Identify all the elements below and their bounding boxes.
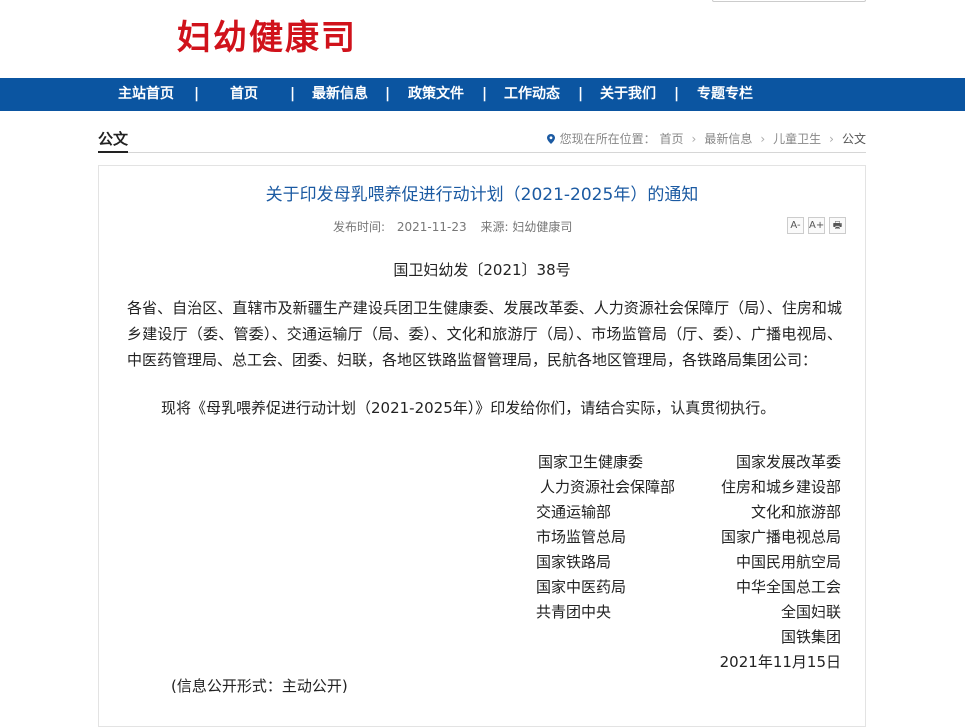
breadcrumb-link[interactable]: 儿童卫生 (773, 130, 821, 147)
signatory-left: 市场监管总局 (536, 528, 627, 546)
signatory-left: 国家卫生健康委 (538, 453, 644, 471)
source-name: 妇幼健康司 (512, 220, 573, 234)
article-title: 关于印发母乳喂养促进行动计划（2021-2025年）的通知 (265, 185, 699, 205)
publish-label: 发布时间: (333, 220, 386, 234)
document-number: 国卫妇幼发〔2021〕38号 (393, 261, 571, 279)
signatory-left: 共青团中央 (536, 603, 612, 621)
nav-item-work[interactable]: 工作动态 (504, 78, 560, 111)
document-date: 2021年11月15日 (719, 653, 841, 671)
article-recipients: 各省、自治区、直辖市及新疆生产建设兵团卫生健康委、发展改革委、人力资源社会保障厅… (127, 299, 842, 369)
signatory-right: 中国民用航空局 (735, 553, 841, 571)
location-bar: 公文 您现在所在位置： 首页 › 最新信息 › 儿童卫生 › 公文 (98, 128, 866, 153)
section-title: 公文 (98, 128, 129, 153)
site-header: 妇幼健康司 (0, 0, 965, 78)
breadcrumb-prefix: 您现在所在位置： (559, 132, 656, 146)
nav-separator: | (674, 86, 680, 102)
breadcrumb-separator: › (829, 132, 834, 146)
article-tools: A- A+ 🖶 (783, 217, 846, 236)
signatory-right: 国家发展改革委 (735, 453, 841, 471)
signatory-right: 全国妇联 (780, 603, 841, 621)
signatory-left: 国家铁路局 (536, 553, 612, 571)
nav-item-home[interactable]: 首页 (230, 78, 258, 111)
site-title[interactable]: 妇幼健康司 (177, 10, 357, 59)
font-decrease-button[interactable]: A- (787, 217, 804, 234)
source-label: 来源: (480, 220, 509, 234)
signatory-left: 人力资源社会保障部 (540, 478, 676, 496)
main-navigation: 主站首页 | 首页 | 最新信息 | 政策文件 | 工作动态 | 关于我们 | … (0, 78, 965, 111)
nav-separator: | (482, 86, 488, 102)
signatory-left: 国家中医药局 (536, 578, 627, 596)
signatory-right: 住房和城乡建设部 (720, 478, 841, 496)
article-meta: 发布时间: 2021-11-23 来源: 妇幼健康司 (333, 218, 572, 235)
signatory-right: 中华全国总工会 (735, 578, 841, 596)
nav-item-latest[interactable]: 最新信息 (312, 78, 368, 111)
breadcrumb-separator: › (760, 132, 766, 146)
nav-item-topics[interactable]: 专题专栏 (697, 78, 753, 111)
signatory-right: 国家广播电视总局 (720, 528, 841, 546)
font-increase-button[interactable]: A+ (808, 217, 825, 234)
breadcrumb-link[interactable]: 首页 (660, 130, 684, 147)
signatory-right: 文化和旅游部 (750, 503, 841, 521)
breadcrumb-link[interactable]: 最新信息 (704, 130, 752, 147)
breadcrumb-current: 公文 (841, 132, 866, 146)
nav-item-about[interactable]: 关于我们 (600, 78, 656, 111)
search-input[interactable] (712, 0, 866, 2)
article-body: 现将《母乳喂养促进行动计划（2021-2025年）》印发给你们，请结合实际，认真… (161, 399, 776, 417)
location-pin-icon (546, 133, 555, 144)
signatory-left: 交通运输部 (536, 503, 612, 521)
print-button[interactable]: 🖶 (829, 217, 846, 234)
breadcrumb: 您现在所在位置： 首页 › 最新信息 › 儿童卫生 › 公文 (546, 130, 866, 147)
nav-separator: | (578, 86, 584, 102)
nav-item-main-home[interactable]: 主站首页 (118, 78, 174, 111)
nav-item-policy[interactable]: 政策文件 (408, 78, 464, 111)
nav-separator: | (194, 86, 200, 102)
publish-date: 2021-11-23 (396, 220, 467, 234)
nav-separator: | (290, 86, 296, 102)
article-panel: 关于印发母乳喂养促进行动计划（2021-2025年）的通知 发布时间: 2021… (98, 165, 866, 727)
nav-separator: | (385, 86, 391, 102)
disclosure-note: (信息公开形式：主动公开) (171, 677, 348, 695)
breadcrumb-separator: › (691, 132, 697, 146)
signatory-right: 国铁集团 (780, 628, 841, 646)
